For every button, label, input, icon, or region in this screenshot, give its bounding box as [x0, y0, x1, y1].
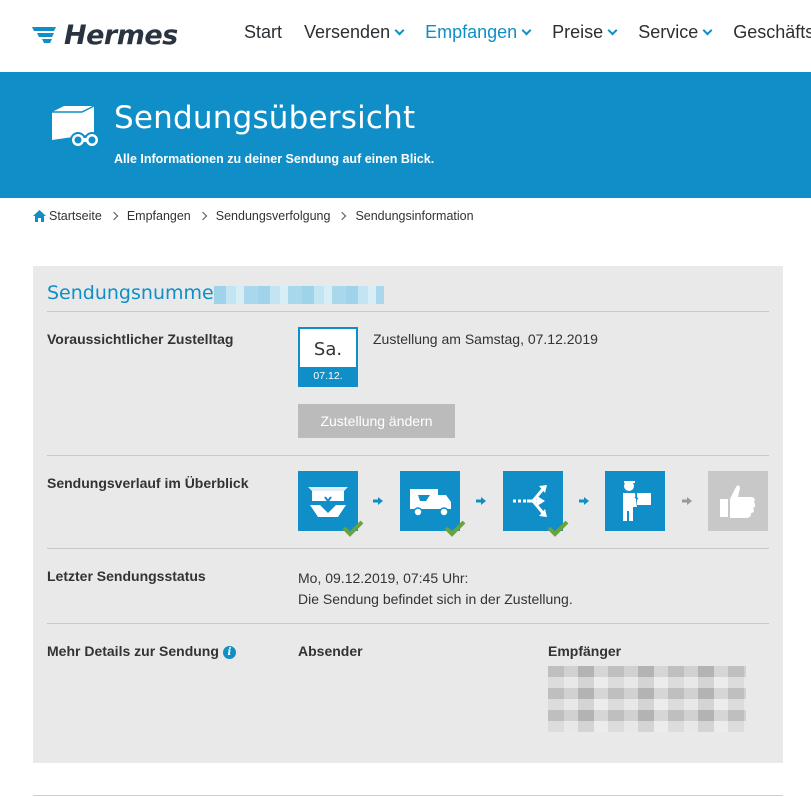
breadcrumb: Startseite Empfangen Sendungsverfolgung …: [33, 209, 474, 223]
parcel-binoculars-icon: [52, 105, 100, 148]
change-delivery-button[interactable]: Zustellung ändern: [298, 404, 455, 438]
hero-banner: Sendungsübersicht Alle Informationen zu …: [0, 72, 811, 198]
date-date: 07.12.: [300, 367, 356, 385]
chevron-right-icon: [338, 211, 347, 221]
delivery-date-text: Zustellung am Samstag, 07.12.2019: [373, 331, 598, 347]
hermes-wings-icon: [32, 27, 56, 43]
courier-icon: [623, 481, 651, 521]
nav-preise[interactable]: Preise: [552, 22, 618, 43]
page-subtitle: Alle Informationen zu deiner Sendung auf…: [114, 152, 435, 166]
nav-geschaeftskunden[interactable]: Geschäftsk: [733, 22, 811, 43]
check-icon: [444, 520, 466, 537]
last-status-text: Mo, 09.12.2019, 07:45 Uhr: Die Sendung b…: [298, 568, 573, 610]
last-status-time: Mo, 09.12.2019, 07:45 Uhr:: [298, 570, 469, 586]
nav-service[interactable]: Service: [638, 22, 713, 43]
page-title: Sendungsübersicht: [114, 100, 416, 136]
arrow-right-icon: [682, 497, 692, 505]
breadcrumb-sendungsverfolgung[interactable]: Sendungsverfolgung: [216, 209, 331, 223]
chevron-down-icon: [702, 25, 713, 36]
arrow-right-icon: [373, 497, 383, 505]
recipient-address-redacted: [548, 666, 746, 732]
tracking-number-row: Sendungsnummer: [47, 282, 769, 312]
step-transport: [400, 471, 466, 537]
nav-versenden[interactable]: Versenden: [304, 22, 405, 43]
shipment-panel: Sendungsnummer Voraussichtlicher Zustell…: [33, 266, 783, 763]
step-parcel-handover: [298, 471, 364, 537]
history-label: Sendungsverlauf im Überblick: [47, 475, 249, 491]
step-courier: [605, 471, 665, 531]
divider: [47, 623, 769, 624]
delivery-day-label: Voraussichtlicher Zustelltag: [47, 331, 234, 347]
calendar-date-badge: Sa. 07.12.: [298, 327, 358, 387]
breadcrumb-home[interactable]: Startseite: [33, 209, 102, 223]
divider: [47, 455, 769, 456]
check-icon: [547, 520, 569, 537]
recipient-label: Empfänger: [548, 643, 622, 659]
nav-start[interactable]: Start: [244, 22, 282, 43]
footer-divider: [33, 795, 783, 796]
main-nav: Start Versenden Empfangen Preise Service…: [244, 22, 811, 43]
step-delivered: [708, 471, 768, 531]
arrow-right-icon: [476, 497, 486, 505]
thumbs-up-icon: [720, 485, 756, 518]
divider: [47, 548, 769, 549]
chevron-down-icon: [521, 25, 532, 36]
last-status-message: Die Sendung befindet sich in der Zustell…: [298, 591, 573, 607]
chevron-down-icon: [607, 25, 618, 36]
tracking-number-redacted: [214, 286, 384, 304]
breadcrumb-empfangen[interactable]: Empfangen: [127, 209, 191, 223]
tracking-number-label: Sendungsnummer: [47, 282, 222, 304]
date-day: Sa.: [313, 339, 343, 360]
home-icon: [33, 210, 46, 222]
logo-text: Hermes: [64, 19, 178, 51]
sender-label: Absender: [298, 643, 363, 659]
last-status-label: Letzter Sendungsstatus: [47, 568, 206, 584]
breadcrumb-sendungsinformation: Sendungsinformation: [355, 209, 474, 223]
chevron-right-icon: [198, 211, 207, 221]
arrow-right-icon: [579, 497, 589, 505]
step-sorting: [503, 471, 569, 537]
top-header: Hermes Start Versenden Empfangen Preise …: [0, 0, 811, 72]
chevron-right-icon: [109, 211, 119, 221]
info-icon[interactable]: i: [222, 646, 236, 659]
chevron-down-icon: [394, 25, 405, 36]
hermes-logo[interactable]: Hermes: [32, 18, 178, 52]
details-label: Mehr Details zur Sendung i: [47, 643, 236, 659]
check-icon: [342, 520, 364, 537]
nav-empfangen[interactable]: Empfangen: [425, 22, 532, 43]
